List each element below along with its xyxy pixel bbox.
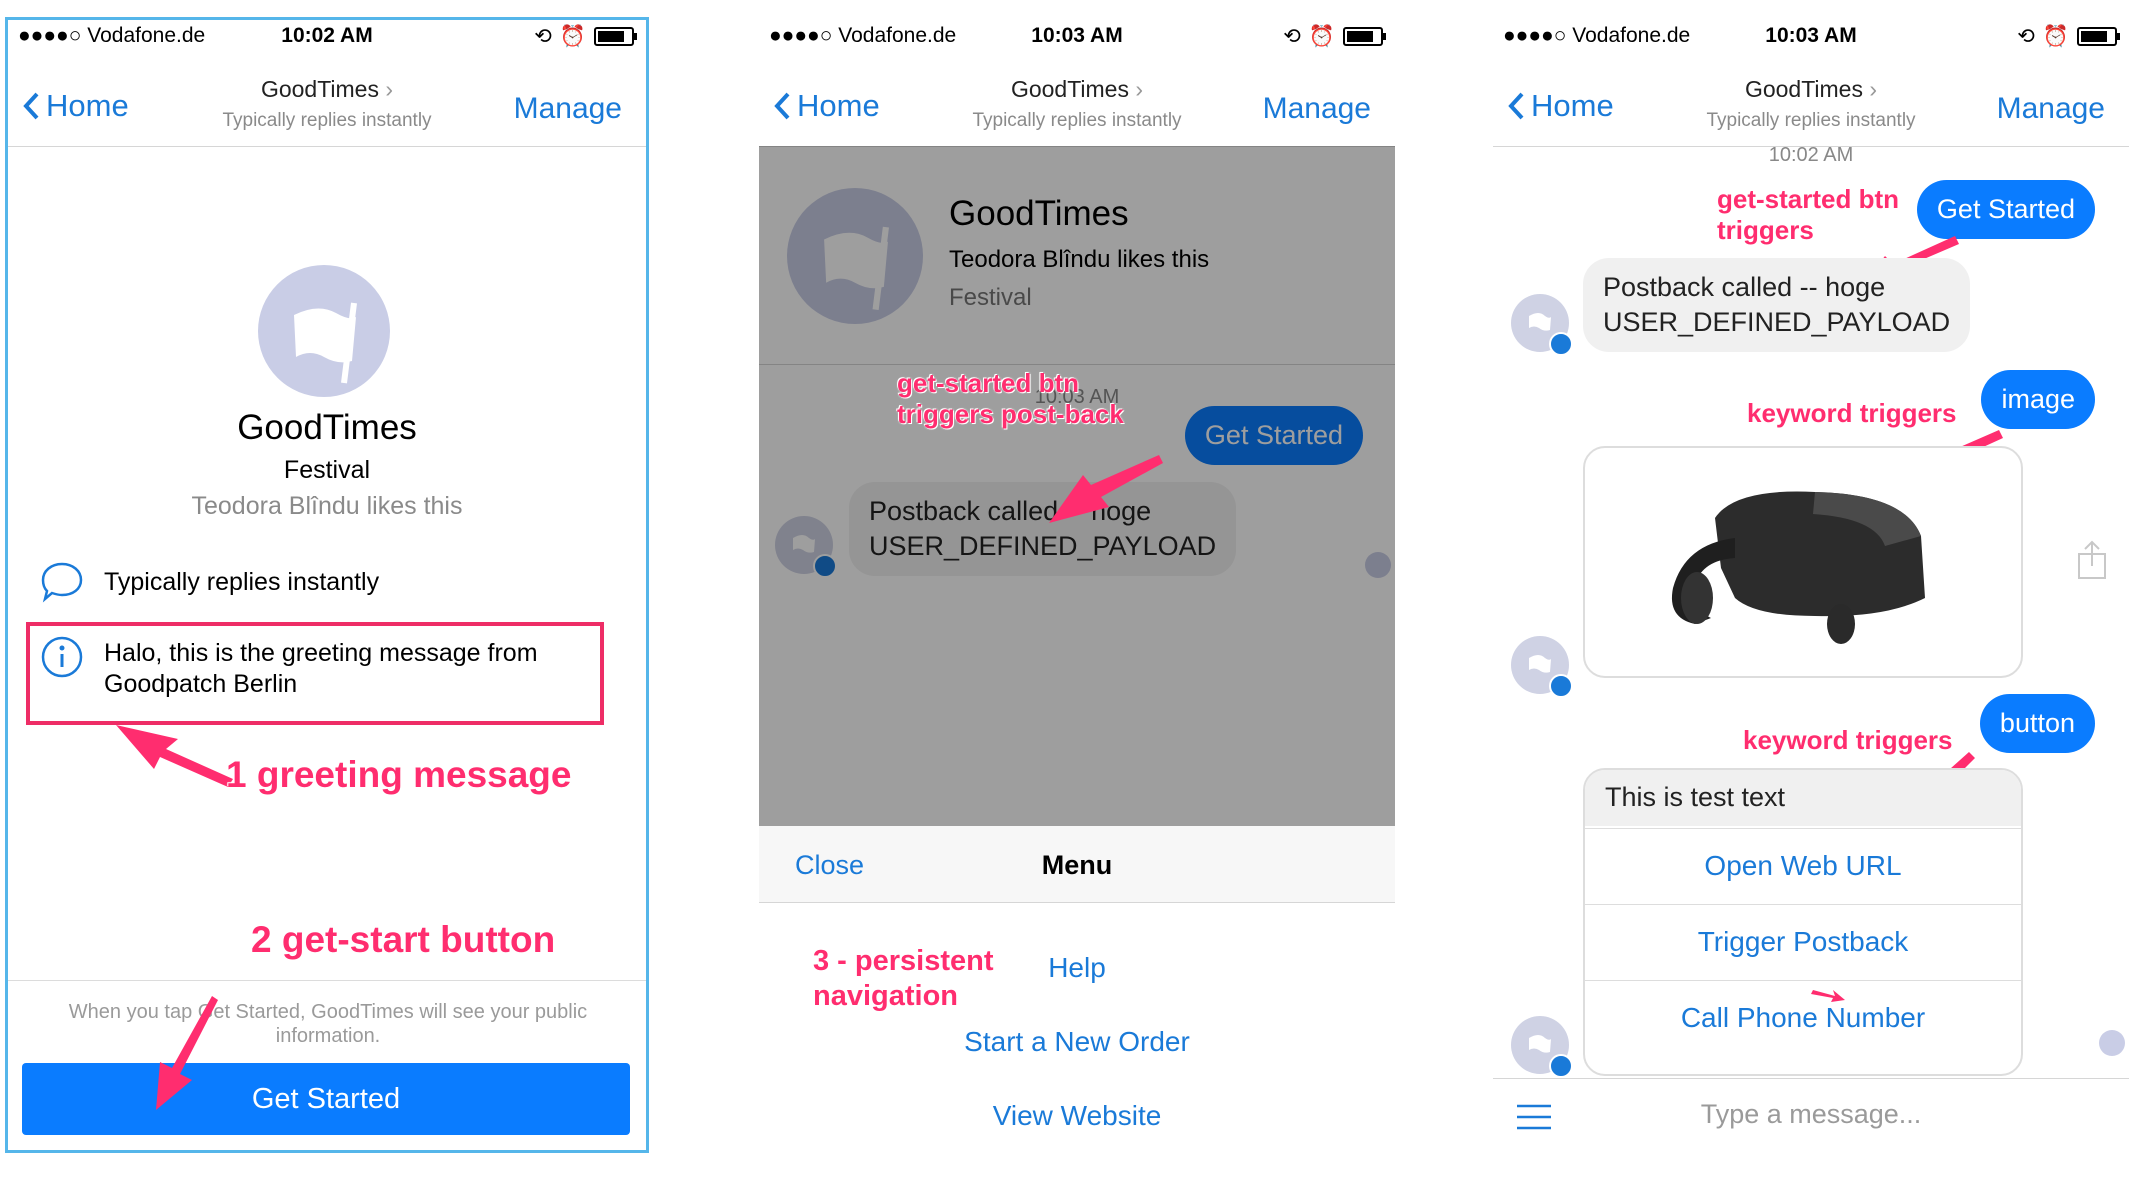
nav-bar: Home GoodTimes › Typically replies insta… <box>8 54 646 147</box>
status-bar: ●●●●○ Vodafone.de 10:03 AM ⟲ ⏰ <box>1493 20 2129 54</box>
timestamp: 10:02 AM <box>1768 144 1854 166</box>
battery-icon <box>2077 27 2120 46</box>
speech-bubble-icon <box>41 562 83 603</box>
flag-icon <box>294 302 357 384</box>
message-input[interactable]: Type a message... <box>1493 1099 2129 1130</box>
replies-info: Typically replies instantly <box>104 568 380 596</box>
rotation-lock-icon: ⟲ <box>1283 25 1301 48</box>
menu-item-new-order[interactable]: Start a New Order <box>759 1026 1395 1058</box>
menu-header: Close Menu <box>759 826 1395 903</box>
image-keyword-message: image <box>1981 370 2095 429</box>
image-attachment[interactable] <box>1583 446 2023 678</box>
status-icons: ⟲ ⏰ <box>534 24 637 49</box>
bot-avatar <box>1511 1016 1573 1078</box>
status-bar: ●●●●○ Vodafone.de 10:03 AM ⟲ ⏰ <box>759 20 1395 54</box>
alarm-icon: ⏰ <box>559 24 586 48</box>
divider <box>8 980 646 981</box>
battery-icon <box>1343 27 1386 46</box>
page-name: GoodTimes <box>237 408 417 447</box>
status-icons: ⟲ ⏰ <box>1283 24 1386 49</box>
arrow-annotation-icon <box>1049 455 1163 523</box>
annotation-postback: get-started btn triggers post-back <box>897 368 1124 430</box>
phone-screen-menu: ●●●●○ Vodafone.de 10:03 AM ⟲ ⏰ Home Good… <box>759 20 1395 1150</box>
composer-bar: Type a message... <box>1493 1078 2129 1150</box>
rotation-lock-icon: ⟲ <box>2017 25 2035 48</box>
status-icons: ⟲ ⏰ <box>2017 24 2120 49</box>
nav-bar: Home GoodTimes › Typically replies insta… <box>1493 54 2129 147</box>
manage-button[interactable]: Manage <box>1263 92 1371 126</box>
postback-message: Postback called -- hoge USER_DEFINED_PAY… <box>1583 258 1971 353</box>
messenger-badge-icon <box>1549 674 1573 698</box>
menu-item-website[interactable]: View Website <box>759 1100 1395 1132</box>
nav-bar: Home GoodTimes › Typically replies insta… <box>759 54 1395 147</box>
page-avatar <box>258 265 390 397</box>
share-icon[interactable] <box>2075 540 2109 580</box>
greeting-message: Halo, this is the greeting message from … <box>104 639 538 699</box>
read-receipt-icon <box>2099 1030 2125 1056</box>
card-button-phone[interactable]: Call Phone Number <box>1585 980 2021 1055</box>
menu-sheet: Close Menu Help Start a New Order View W… <box>759 826 1395 1150</box>
page-likes: Teodora Blîndu likes this <box>191 492 463 520</box>
alarm-icon: ⏰ <box>2042 24 2069 48</box>
manage-button[interactable]: Manage <box>1997 92 2105 126</box>
arrow-annotation-icon <box>1811 990 1845 1002</box>
messenger-badge-icon <box>1549 332 1573 356</box>
arrow-annotation-icon <box>156 996 218 1110</box>
card-button-web-url[interactable]: Open Web URL <box>1585 828 2021 903</box>
messenger-badge-icon <box>1549 1054 1573 1078</box>
rotation-lock-icon: ⟲ <box>534 25 552 48</box>
info-icon <box>41 636 83 678</box>
page-category: Festival <box>283 456 371 484</box>
card-text: This is test text <box>1585 770 2021 826</box>
annotation-greeting: 1 greeting message <box>226 754 572 795</box>
privacy-notice: When you tap Get Started, GoodTimes will… <box>68 1001 588 1047</box>
annotation-get-start: 2 get-start button <box>251 919 556 960</box>
annotation-menu: 3 - persistent navigation <box>813 945 994 1012</box>
get-started-label: Get Started <box>251 1082 401 1115</box>
phone-screen-conversation: ●●●●○ Vodafone.de 10:03 AM ⟲ ⏰ Home Good… <box>1493 20 2129 1150</box>
status-bar: ●●●●○ Vodafone.de 10:02 AM ⟲ ⏰ <box>8 20 646 54</box>
menu-title: Menu <box>1041 850 1113 880</box>
get-started-button[interactable]: Get Started <box>22 1063 630 1135</box>
manage-button[interactable]: Manage <box>514 92 622 126</box>
button-keyword-message: button <box>1979 694 2095 753</box>
card-button-postback[interactable]: Trigger Postback <box>1585 904 2021 979</box>
bot-avatar <box>1511 636 1573 698</box>
battery-icon <box>594 27 637 46</box>
button-template-card: This is test text Open Web URL Trigger P… <box>1583 768 2023 1076</box>
phone-screen-greeting: ●●●●○ Vodafone.de 10:02 AM ⟲ ⏰ Home Good… <box>5 17 649 1153</box>
vr-headset-image <box>1671 491 1925 644</box>
alarm-icon: ⏰ <box>1308 24 1335 48</box>
bot-avatar <box>1511 294 1573 356</box>
